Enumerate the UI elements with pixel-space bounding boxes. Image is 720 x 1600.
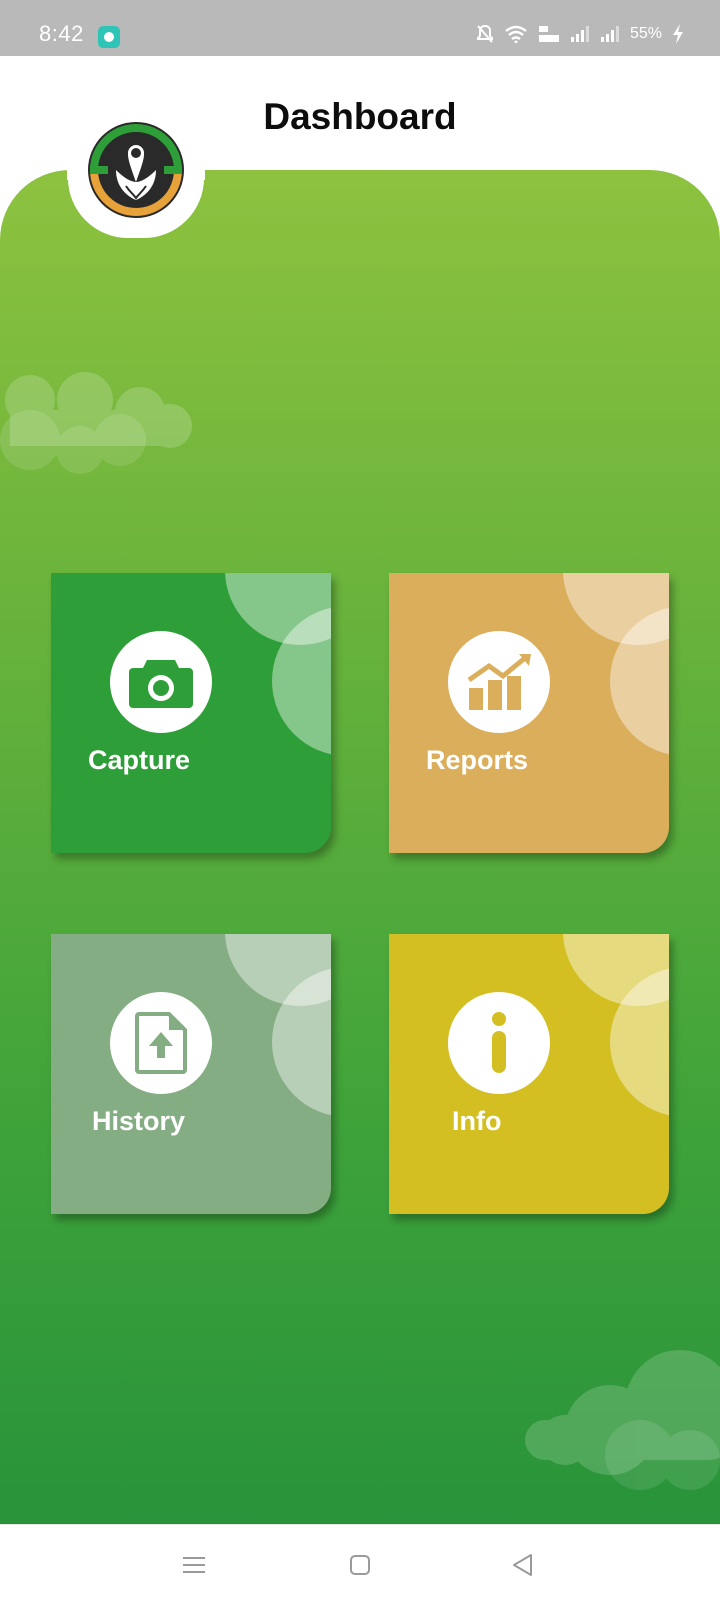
camera-icon xyxy=(129,660,193,708)
info-icon xyxy=(492,1012,506,1073)
capture-card[interactable]: Capture xyxy=(51,573,331,853)
reports-card[interactable]: Reports xyxy=(389,573,669,853)
chart-icon xyxy=(467,654,531,710)
status-bar: 8:42 55% xyxy=(0,0,720,56)
file-upload-icon xyxy=(135,1012,187,1074)
card-icon-badge xyxy=(110,992,212,1094)
cloud-decoration xyxy=(525,1350,720,1490)
back-button[interactable] xyxy=(503,1545,543,1585)
info-label: Info xyxy=(452,1106,502,1136)
signal-icon xyxy=(570,26,589,42)
wifi-icon xyxy=(505,25,527,43)
reports-label: Reports xyxy=(426,745,529,775)
back-icon xyxy=(513,1554,532,1576)
capture-label: Capture xyxy=(88,745,191,775)
card-icon-badge xyxy=(448,631,550,733)
signal-icon xyxy=(600,26,619,42)
logo-badge xyxy=(67,120,205,238)
navigation-bar xyxy=(0,1524,720,1600)
history-label: History xyxy=(92,1106,186,1136)
mute-icon xyxy=(476,24,493,43)
card-icon-badge xyxy=(110,631,212,733)
card-icon-badge xyxy=(448,992,550,1094)
hands-camera-logo xyxy=(88,122,184,218)
app-notification-icon xyxy=(98,26,120,48)
volte-icon xyxy=(538,26,559,42)
battery-level: 55% xyxy=(629,25,662,42)
status-time: 8:42 xyxy=(39,21,84,46)
cloud-decoration xyxy=(0,372,192,474)
charging-icon xyxy=(673,24,683,44)
history-card[interactable]: History xyxy=(51,934,331,1214)
info-card[interactable]: Info xyxy=(389,934,669,1214)
status-icons: 55% xyxy=(476,22,684,46)
home-icon xyxy=(350,1555,370,1575)
menu-icon xyxy=(183,1557,205,1573)
home-button[interactable] xyxy=(340,1545,380,1585)
menu-button[interactable] xyxy=(174,1545,214,1585)
